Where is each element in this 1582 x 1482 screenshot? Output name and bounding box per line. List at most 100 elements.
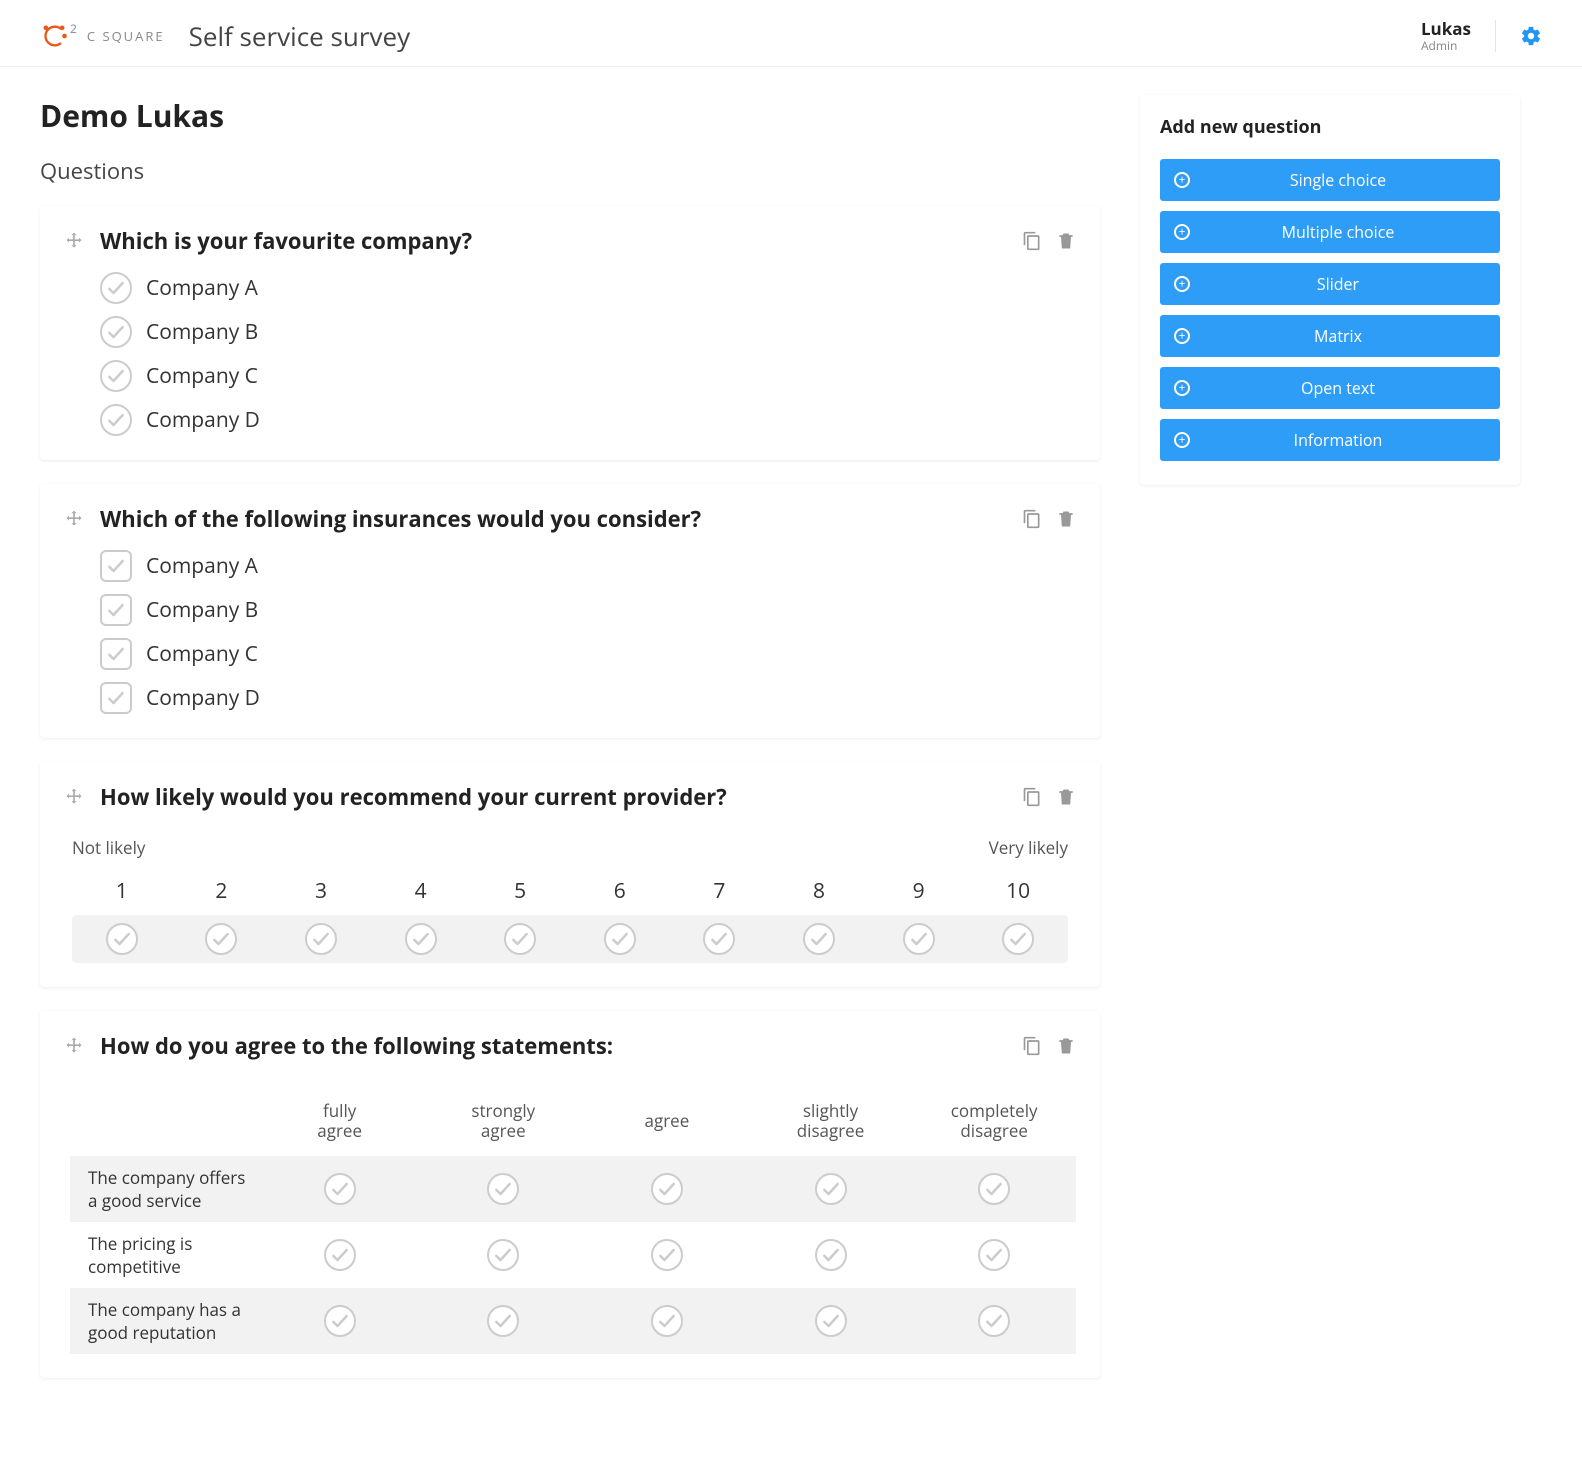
add-open-text-button[interactable]: + Open text	[1160, 367, 1500, 409]
plus-icon: +	[1174, 224, 1190, 240]
user-block[interactable]: Lukas Admin	[1421, 19, 1471, 54]
add-multiple-choice-button[interactable]: + Multiple choice	[1160, 211, 1500, 253]
matrix-cell[interactable]	[487, 1239, 519, 1271]
trash-icon[interactable]	[1056, 231, 1076, 251]
add-information-button[interactable]: + Information	[1160, 419, 1500, 461]
option-label: Company B	[146, 318, 258, 346]
trash-icon[interactable]	[1056, 1036, 1076, 1056]
option-check[interactable]	[100, 404, 132, 436]
top-bar: 2 C SQUARE Self service survey Lukas Adm…	[0, 0, 1582, 67]
option-label: Company A	[146, 274, 258, 302]
drag-handle-icon[interactable]	[64, 509, 84, 529]
matrix-row-label: The pricing is competitive	[70, 1222, 258, 1288]
option-row: Company B	[100, 316, 1076, 348]
sidebar-column: Add new question + Single choice + Multi…	[1140, 95, 1520, 485]
question-title[interactable]: How do you agree to the following statem…	[100, 1031, 1006, 1061]
drag-handle-icon[interactable]	[64, 1036, 84, 1056]
user-group: Lukas Admin	[1421, 19, 1542, 54]
slider-tick[interactable]	[703, 923, 735, 955]
question-card: How do you agree to the following statem…	[40, 1011, 1100, 1378]
matrix-row: The pricing is competitive	[70, 1222, 1076, 1288]
matrix-cell[interactable]	[978, 1173, 1010, 1205]
logo-sup: 2	[70, 20, 77, 37]
slider-tick[interactable]	[803, 923, 835, 955]
copy-icon[interactable]	[1022, 1036, 1042, 1056]
drag-handle-icon[interactable]	[64, 231, 84, 251]
option-row: Company C	[100, 360, 1076, 392]
trash-icon[interactable]	[1056, 509, 1076, 529]
user-role: Admin	[1421, 39, 1471, 53]
drag-handle-icon[interactable]	[64, 787, 84, 807]
question-title[interactable]: How likely would you recommend your curr…	[100, 782, 1006, 812]
slider-tick[interactable]	[604, 923, 636, 955]
question-card: Which of the following insurances would …	[40, 484, 1100, 738]
slider-tick[interactable]	[305, 923, 337, 955]
section-label: Questions	[40, 156, 1100, 186]
add-matrix-button[interactable]: + Matrix	[1160, 315, 1500, 357]
option-row: Company D	[100, 404, 1076, 436]
option-check[interactable]	[100, 272, 132, 304]
matrix-cell[interactable]	[651, 1305, 683, 1337]
slider-tick[interactable]	[405, 923, 437, 955]
slider-tick[interactable]	[106, 923, 138, 955]
gear-icon[interactable]	[1520, 25, 1542, 47]
matrix-cell[interactable]	[815, 1239, 847, 1271]
matrix-col-header: stronglyagree	[421, 1095, 585, 1156]
separator	[1495, 20, 1496, 52]
add-button-label: Multiple choice	[1190, 221, 1486, 243]
add-button-label: Open text	[1190, 377, 1486, 399]
matrix-cell[interactable]	[815, 1305, 847, 1337]
matrix-cell[interactable]	[324, 1173, 356, 1205]
matrix-row: The company offers a good service	[70, 1156, 1076, 1222]
copy-icon[interactable]	[1022, 787, 1042, 807]
option-check[interactable]	[100, 360, 132, 392]
page-title: Demo Lukas	[40, 95, 1100, 136]
matrix-row: The company has a good reputation	[70, 1288, 1076, 1354]
slider-num: 5	[470, 877, 570, 905]
logo-mark-icon	[40, 22, 68, 50]
trash-icon[interactable]	[1056, 787, 1076, 807]
matrix-col-header: slightlydisagree	[749, 1095, 913, 1156]
option-label: Company D	[146, 406, 260, 434]
matrix-cell[interactable]	[651, 1173, 683, 1205]
add-button-label: Matrix	[1190, 325, 1486, 347]
add-question-panel: Add new question + Single choice + Multi…	[1140, 95, 1520, 485]
matrix-cell[interactable]	[815, 1173, 847, 1205]
matrix-cell[interactable]	[978, 1305, 1010, 1337]
option-label: Company C	[146, 362, 258, 390]
questions-column: Demo Lukas Questions Which is your favou…	[40, 95, 1100, 1402]
add-single-choice-button[interactable]: + Single choice	[1160, 159, 1500, 201]
matrix-cell[interactable]	[487, 1305, 519, 1337]
matrix-cell[interactable]	[324, 1239, 356, 1271]
option-check[interactable]	[100, 594, 132, 626]
matrix-col-header: completelydisagree	[912, 1095, 1076, 1156]
add-slider-button[interactable]: + Slider	[1160, 263, 1500, 305]
slider-tick[interactable]	[1002, 923, 1034, 955]
logo-text: C SQUARE	[87, 27, 165, 45]
slider-tick[interactable]	[903, 923, 935, 955]
add-button-label: Slider	[1190, 273, 1486, 295]
option-check[interactable]	[100, 550, 132, 582]
question-card: Which is your favourite company? Company…	[40, 206, 1100, 460]
logo[interactable]: 2 C SQUARE	[40, 22, 165, 50]
matrix-cell[interactable]	[324, 1305, 356, 1337]
option-label: Company D	[146, 684, 260, 712]
option-check[interactable]	[100, 638, 132, 670]
slider-tick[interactable]	[205, 923, 237, 955]
matrix-cell[interactable]	[487, 1173, 519, 1205]
matrix-row-label: The company offers a good service	[70, 1156, 258, 1222]
matrix-cell[interactable]	[978, 1239, 1010, 1271]
user-name: Lukas	[1421, 19, 1471, 39]
option-check[interactable]	[100, 316, 132, 348]
option-row: Company A	[100, 272, 1076, 304]
question-title[interactable]: Which of the following insurances would …	[100, 504, 1006, 534]
copy-icon[interactable]	[1022, 509, 1042, 529]
copy-icon[interactable]	[1022, 231, 1042, 251]
slider-low-label: Not likely	[72, 836, 145, 859]
slider-tick[interactable]	[504, 923, 536, 955]
option-check[interactable]	[100, 682, 132, 714]
slider-num: 1	[72, 877, 172, 905]
slider-num: 6	[570, 877, 670, 905]
matrix-cell[interactable]	[651, 1239, 683, 1271]
question-title[interactable]: Which is your favourite company?	[100, 226, 1006, 256]
